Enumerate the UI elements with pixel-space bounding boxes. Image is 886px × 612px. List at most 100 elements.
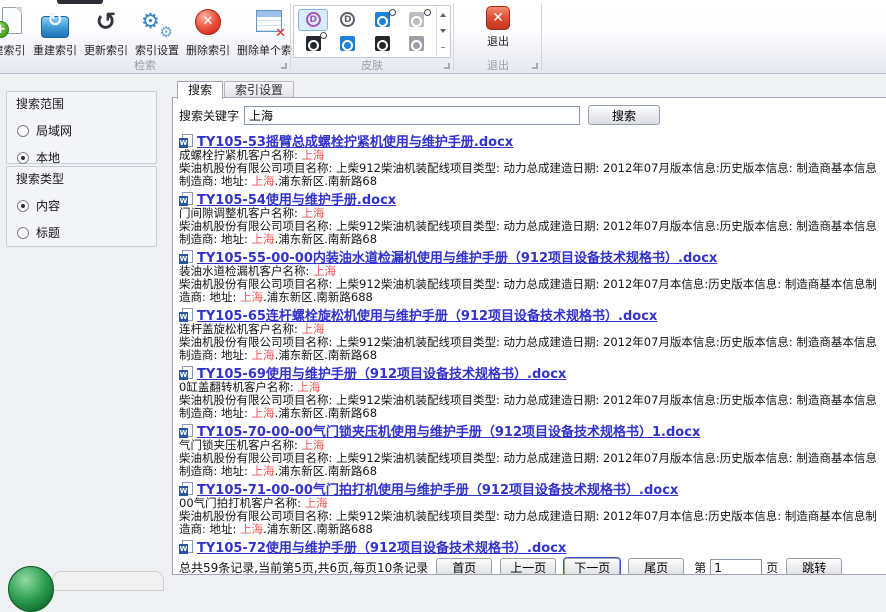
result-snippet-line: 造商: 地址: 上海.浦东新区.南新路688 <box>179 291 882 304</box>
clock-badge-icon <box>389 9 396 16</box>
highlighted-keyword: 上海 <box>302 438 325 452</box>
skin-black-office[interactable] <box>367 32 397 54</box>
search-keyword-input[interactable] <box>244 106 580 125</box>
exit-button[interactable]: ✕ 退出 <box>475 3 521 57</box>
highlighted-keyword: 上海 <box>240 522 263 536</box>
skin-blue-office[interactable] <box>333 32 363 54</box>
search-result: W TY105-72使用与维护手册（912项目设备技术规格书）.docx <box>179 539 882 554</box>
update-index-button[interactable]: ↺更新索引 <box>82 4 130 59</box>
highlighted-keyword: 上海 <box>302 322 325 336</box>
result-title-row: W TY105-72使用与维护手册（912项目设备技术规格书）.docx <box>179 539 882 554</box>
skin-glyph-icon <box>409 12 424 27</box>
skin-light-office-clock[interactable] <box>402 9 432 31</box>
taskbar-green-orb[interactable] <box>8 566 54 612</box>
skin-purple-circle[interactable]: D <box>298 9 328 31</box>
highlighted-keyword: 上海 <box>240 290 263 304</box>
last-page-button[interactable]: 尾页 <box>628 558 684 575</box>
radio-label: 标题 <box>36 224 60 241</box>
rebuild-index-icon: ↻ <box>38 5 72 41</box>
skin-gray-circle[interactable]: D <box>333 9 363 31</box>
snippet-text: .浦东新区.南新路688 <box>263 522 373 536</box>
word-document-icon: W <box>179 482 193 496</box>
snippet-text: 柴油机股份有限公司项目名称: 上柴912柴油机装配线项目类型: 动力总成建造日期… <box>179 509 877 523</box>
word-document-icon: W <box>179 134 193 148</box>
skin-glyph-icon <box>375 36 390 51</box>
search-results-panel: 搜索关键字 搜索 W TY105-53摇臂总成螺栓拧紧机使用与维护手册.docx… <box>172 97 886 575</box>
first-page-button[interactable]: 首页 <box>436 558 492 575</box>
snippet-text: 制造商: 地址: <box>179 406 252 420</box>
result-link[interactable]: TY105-72使用与维护手册（912项目设备技术规格书）.docx <box>197 537 566 556</box>
pagination-bar: 总共59条记录,当前第5页,共6页,每页10条记录 首页 上一页 下一页 尾页 … <box>179 558 882 575</box>
delete-index-button[interactable]: ✕删除索引 <box>184 4 232 59</box>
radio-label: 局域网 <box>36 122 72 139</box>
result-snippet-line: 制造商: 地址: 上海.浦东新区.南新路68 <box>179 175 882 188</box>
snippet-text: 柴油机股份有限公司项目名称: 上柴912柴油机装配线项目类型: 动力总成建造日期… <box>179 277 877 291</box>
group-divider <box>541 3 542 70</box>
snippet-text: 成螺栓拧紧机客户名称: <box>179 148 302 162</box>
radio-icon <box>17 227 29 239</box>
skin-glyph-icon <box>409 36 424 51</box>
ribbon-button-label: 重建索引 <box>33 42 77 58</box>
skin-gray-office[interactable] <box>402 32 432 54</box>
search-scope-title: 搜索范围 <box>7 92 156 112</box>
snippet-text: .浦东新区.南新路68 <box>275 464 377 478</box>
snippet-text: 制造商: 地址: <box>179 232 252 246</box>
radio-option-content[interactable]: 内容 <box>17 197 156 214</box>
skin-blue-office-clock[interactable] <box>367 9 397 31</box>
dialog-launcher-icon[interactable] <box>444 63 450 69</box>
prev-page-button[interactable]: 上一页 <box>500 558 556 575</box>
radio-label: 本地 <box>36 149 60 166</box>
snippet-text: .浦东新区.南新路68 <box>275 174 377 188</box>
ribbon-button-label: 建索引 <box>0 42 26 58</box>
clock-badge-icon <box>320 32 327 39</box>
page-number-input[interactable] <box>710 559 762 575</box>
group-label-exit: 退出 <box>455 57 541 71</box>
titlebar-chip <box>57 0 103 4</box>
search-scope-groupbox: 搜索范围 局域网 本地 <box>6 91 157 164</box>
index-settings-button[interactable]: ⚙⚙索引设置 <box>133 4 181 59</box>
result-snippet-line: 制造商: 地址: 上海.浦东新区.南新路68 <box>179 233 882 246</box>
gallery-scroll-up-icon[interactable] <box>437 7 449 23</box>
search-result: W TY105-55-00-00内装油水道检漏机使用与维护手册（912项目设备技… <box>179 249 882 304</box>
snippet-text: 00气门拍打机客户名称: <box>179 496 305 510</box>
snippet-text: 门间隙调整机客户名称: <box>179 206 302 220</box>
search-result: W TY105-54使用与维护手册.docx门间隙调整机客户名称: 上海柴油机股… <box>179 191 882 246</box>
go-to-page-button[interactable]: 跳转 <box>786 558 842 575</box>
dialog-launcher-icon[interactable] <box>532 63 538 69</box>
gallery-expand-icon[interactable] <box>437 40 449 56</box>
result-title-row: W TY105-53摇臂总成螺栓拧紧机使用与维护手册.docx <box>179 133 882 148</box>
highlighted-keyword: 上海 <box>252 464 275 478</box>
index-settings-icon: ⚙⚙ <box>140 5 174 41</box>
radio-option-local[interactable]: 本地 <box>17 149 156 166</box>
tab-search[interactable]: 搜索 <box>177 81 223 99</box>
dialog-launcher-icon[interactable] <box>281 63 287 69</box>
clock-badge-icon <box>424 9 431 16</box>
search-result: W TY105-71-00-00气门拍打机使用与维护手册（912项目设备技术规格… <box>179 481 882 536</box>
skin-black-office-clock[interactable] <box>298 32 328 54</box>
snippet-text: 柴油机股份有限公司项目名称: 上柴912柴油机装配线项目类型: 动力总成建造日期… <box>179 219 877 233</box>
result-title-row: W TY105-55-00-00内装油水道检漏机使用与维护手册（912项目设备技… <box>179 249 882 264</box>
highlighted-keyword: 上海 <box>252 232 275 246</box>
tab-index-settings[interactable]: 索引设置 <box>224 81 294 98</box>
highlighted-keyword: 上海 <box>313 264 336 278</box>
search-button[interactable]: 搜索 <box>588 105 660 125</box>
word-document-icon: W <box>179 540 193 554</box>
radio-option-lan[interactable]: 局域网 <box>17 122 156 139</box>
search-result: W TY105-53摇臂总成螺栓拧紧机使用与维护手册.docx成螺栓拧紧机客户名… <box>179 133 882 188</box>
new-index-button[interactable]: +建索引 <box>0 4 28 59</box>
highlighted-keyword: 上海 <box>302 206 325 220</box>
radio-option-title[interactable]: 标题 <box>17 224 156 241</box>
records-summary: 总共59条记录,当前第5页,共6页,每页10条记录 <box>179 559 428 575</box>
rebuild-index-button[interactable]: ↻重建索引 <box>31 4 79 59</box>
snippet-text: 柴油机股份有限公司项目名称: 上柴912柴油机装配线项目类型: 动力总成建造日期… <box>179 393 877 407</box>
result-snippet-line: 造商: 地址: 上海.浦东新区.南新路688 <box>179 523 882 536</box>
result-title-row: W TY105-54使用与维护手册.docx <box>179 191 882 206</box>
word-document-icon: W <box>179 250 193 264</box>
highlighted-keyword: 上海 <box>252 174 275 188</box>
snippet-text: 制造商: 地址: <box>179 464 252 478</box>
snippet-text: 0缸盖翻转机客户名称: <box>179 380 297 394</box>
snippet-text: 制造商: 地址: <box>179 348 252 362</box>
result-snippet-line: 制造商: 地址: 上海.浦东新区.南新路68 <box>179 465 882 478</box>
next-page-button[interactable]: 下一页 <box>564 558 620 575</box>
gallery-scroll-down-icon[interactable] <box>437 23 449 39</box>
